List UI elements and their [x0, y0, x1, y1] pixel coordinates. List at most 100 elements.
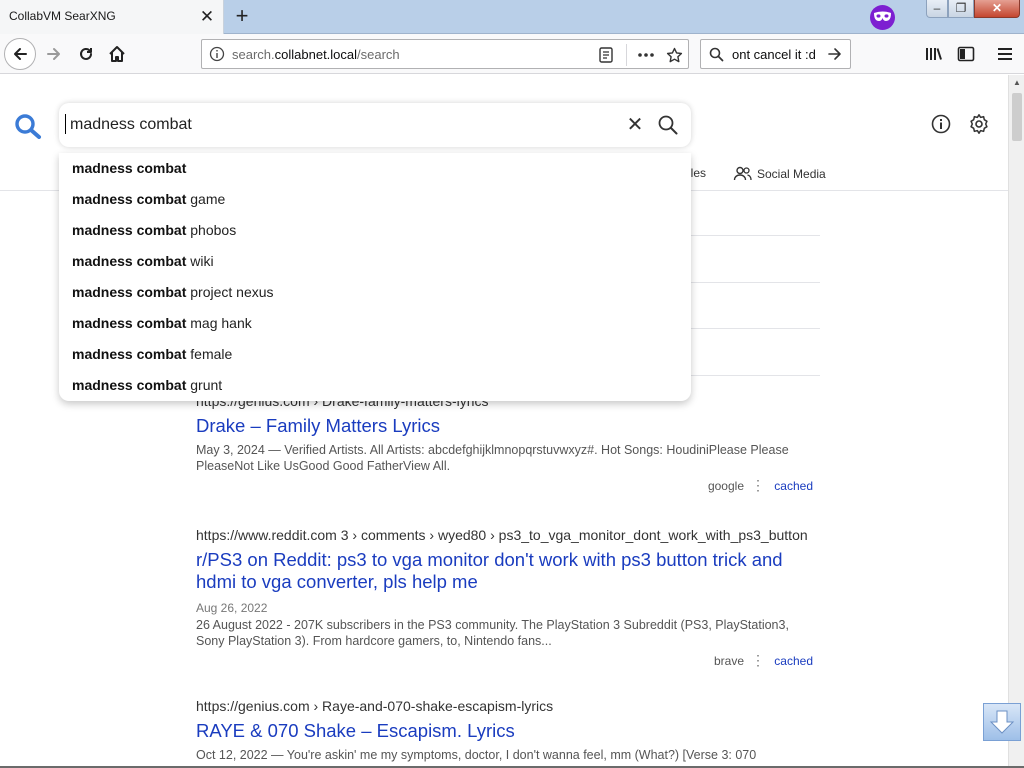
- reload-button[interactable]: [70, 38, 102, 70]
- suggestion-item[interactable]: madness combat phobos: [59, 215, 691, 246]
- suggestion-rest: game: [186, 191, 226, 207]
- close-icon: ✕: [991, 1, 1003, 15]
- library-button[interactable]: [918, 38, 950, 70]
- title-bar: CollabVM SearXNG ✕ + – ❐ ✕: [0, 0, 1024, 34]
- result-separator-dots-icon: ⋮: [751, 477, 765, 493]
- result-engine: brave: [713, 654, 744, 668]
- sidebar-icon: [957, 46, 975, 62]
- search-icon: [709, 47, 724, 62]
- library-icon: [926, 48, 942, 60]
- result-title-link[interactable]: RAYE & 070 Shake – Escapism. Lyrics: [196, 720, 820, 742]
- suggestion-item[interactable]: madness combat game: [59, 184, 691, 215]
- suggestion-bold: madness combat: [72, 222, 187, 238]
- suggestion-bold: madness combat: [72, 160, 187, 176]
- clear-query-button[interactable]: ✕: [625, 115, 645, 136]
- search-result: https://www.reddit.com 3 › comments › wy…: [196, 527, 820, 670]
- site-info-icon[interactable]: [209, 46, 225, 62]
- home-button[interactable]: [101, 38, 133, 70]
- tab-title: CollabVM SearXNG: [9, 9, 116, 23]
- result-snippet: Oct 12, 2022 — You're askin' me my sympt…: [196, 748, 757, 762]
- sidebar-toggle-button[interactable]: [950, 38, 982, 70]
- download-button[interactable]: [983, 703, 1021, 741]
- address-bar[interactable]: search.collabnet.local/search: [201, 39, 689, 69]
- url-separator: [626, 44, 627, 66]
- window-close-button[interactable]: ✕: [974, 0, 1020, 18]
- search-query-input[interactable]: madness combat: [70, 116, 192, 134]
- scrollbar-thumb[interactable]: [1012, 93, 1022, 141]
- url-prefix: search.: [232, 47, 275, 62]
- search-submit-icon[interactable]: [657, 114, 679, 136]
- private-browsing-icon: [870, 5, 895, 30]
- suggestion-rest: wiki: [186, 253, 214, 269]
- search-result: https://genius.com › Raye-and-070-shake-…: [196, 698, 820, 763]
- window-maximize-button[interactable]: ❐: [948, 0, 974, 18]
- address-text[interactable]: search.collabnet.local/search: [232, 47, 400, 62]
- suggestion-rest: mag hank: [186, 315, 252, 331]
- result-url[interactable]: https://genius.com › Raye-and-070-shake-…: [196, 698, 820, 714]
- category-social-media-label: Social Media: [757, 166, 826, 181]
- navigation-toolbar: search.collabnet.local/search ont cancel…: [0, 34, 1024, 74]
- reader-view-icon: [599, 47, 613, 63]
- suggestion-item[interactable]: madness combat female: [59, 339, 691, 370]
- suggestion-bold: madness combat: [72, 253, 187, 269]
- cached-link[interactable]: cached: [774, 479, 813, 493]
- reload-icon: [80, 47, 92, 60]
- suggestion-bold: madness combat: [72, 315, 187, 331]
- suggestion-rest: female: [186, 346, 233, 362]
- browser-search-input[interactable]: ont cancel it :d: [732, 47, 824, 62]
- info-icon[interactable]: [930, 113, 952, 135]
- new-tab-button[interactable]: +: [229, 4, 255, 30]
- forward-arrow-icon: [47, 48, 60, 60]
- menu-button[interactable]: [989, 38, 1021, 70]
- star-icon: [666, 47, 682, 62]
- result-meta: google ⋮ cached: [196, 477, 820, 495]
- back-button[interactable]: [4, 38, 36, 70]
- result-date: Aug 26, 2022: [196, 601, 268, 615]
- tab-close-button[interactable]: ✕: [198, 8, 216, 26]
- result-separator-dots-icon: ⋮: [751, 652, 765, 668]
- suggestion-item[interactable]: madness combat grunt: [59, 370, 691, 401]
- result-title-link[interactable]: Drake – Family Matters Lyrics: [196, 415, 820, 437]
- browser-search-bar[interactable]: ont cancel it :d: [700, 39, 851, 69]
- result-url[interactable]: https://www.reddit.com 3 › comments › wy…: [196, 527, 820, 543]
- window-minimize-button[interactable]: –: [926, 0, 948, 18]
- maximize-icon: ❐: [955, 1, 967, 15]
- suggestion-item[interactable]: madness combat project nexus: [59, 277, 691, 308]
- result-snippet: 26 August 2022 - 207K subscribers in the…: [196, 618, 789, 648]
- result-snippet: May 3, 2024 — Verified Artists. All Arti…: [196, 443, 789, 473]
- home-icon: [109, 46, 125, 62]
- suggestion-rest: project nexus: [186, 284, 274, 300]
- page-actions-button[interactable]: [635, 44, 657, 66]
- autocomplete-dropdown: madness combat madness combat game madne…: [59, 153, 691, 401]
- hamburger-menu-icon: [998, 48, 1012, 60]
- bookmark-star-button[interactable]: [663, 44, 685, 66]
- page-content: madness combat ✕ iles Social Media madne…: [0, 75, 1008, 768]
- suggestion-item[interactable]: madness combat: [59, 153, 691, 184]
- suggestion-rest: phobos: [186, 222, 237, 238]
- search-go-arrow-icon[interactable]: [827, 46, 843, 62]
- text-cursor: [65, 114, 66, 134]
- cached-link[interactable]: cached: [774, 654, 813, 668]
- suggestion-item[interactable]: madness combat wiki: [59, 246, 691, 277]
- suggestion-rest: grunt: [186, 377, 223, 393]
- searxng-logo-search-icon[interactable]: [14, 113, 42, 139]
- result-title-link[interactable]: r/PS3 on Reddit: ps3 to vga monitor don'…: [196, 549, 820, 593]
- people-icon: [733, 166, 752, 181]
- category-social-media[interactable]: Social Media: [733, 166, 826, 181]
- back-arrow-icon: [14, 48, 27, 60]
- url-path: /search: [357, 47, 400, 62]
- suggestion-bold: madness combat: [72, 191, 187, 207]
- suggestion-bold: madness combat: [72, 284, 187, 300]
- search-query-box[interactable]: madness combat ✕: [59, 103, 691, 147]
- gear-icon[interactable]: [968, 113, 990, 135]
- suggestion-item[interactable]: madness combat mag hank: [59, 308, 691, 339]
- vertical-scrollbar[interactable]: ▲: [1008, 75, 1024, 768]
- reader-view-button[interactable]: [595, 44, 617, 66]
- download-arrow-icon: [989, 710, 1015, 734]
- result-meta: brave ⋮ cached: [196, 652, 820, 670]
- minimize-icon: –: [933, 1, 941, 15]
- search-result: https://genius.com › Drake-family-matter…: [196, 393, 820, 495]
- forward-button[interactable]: [38, 38, 70, 70]
- scroll-up-arrow-icon[interactable]: ▲: [1009, 75, 1024, 91]
- browser-tab[interactable]: CollabVM SearXNG ✕: [0, 0, 224, 34]
